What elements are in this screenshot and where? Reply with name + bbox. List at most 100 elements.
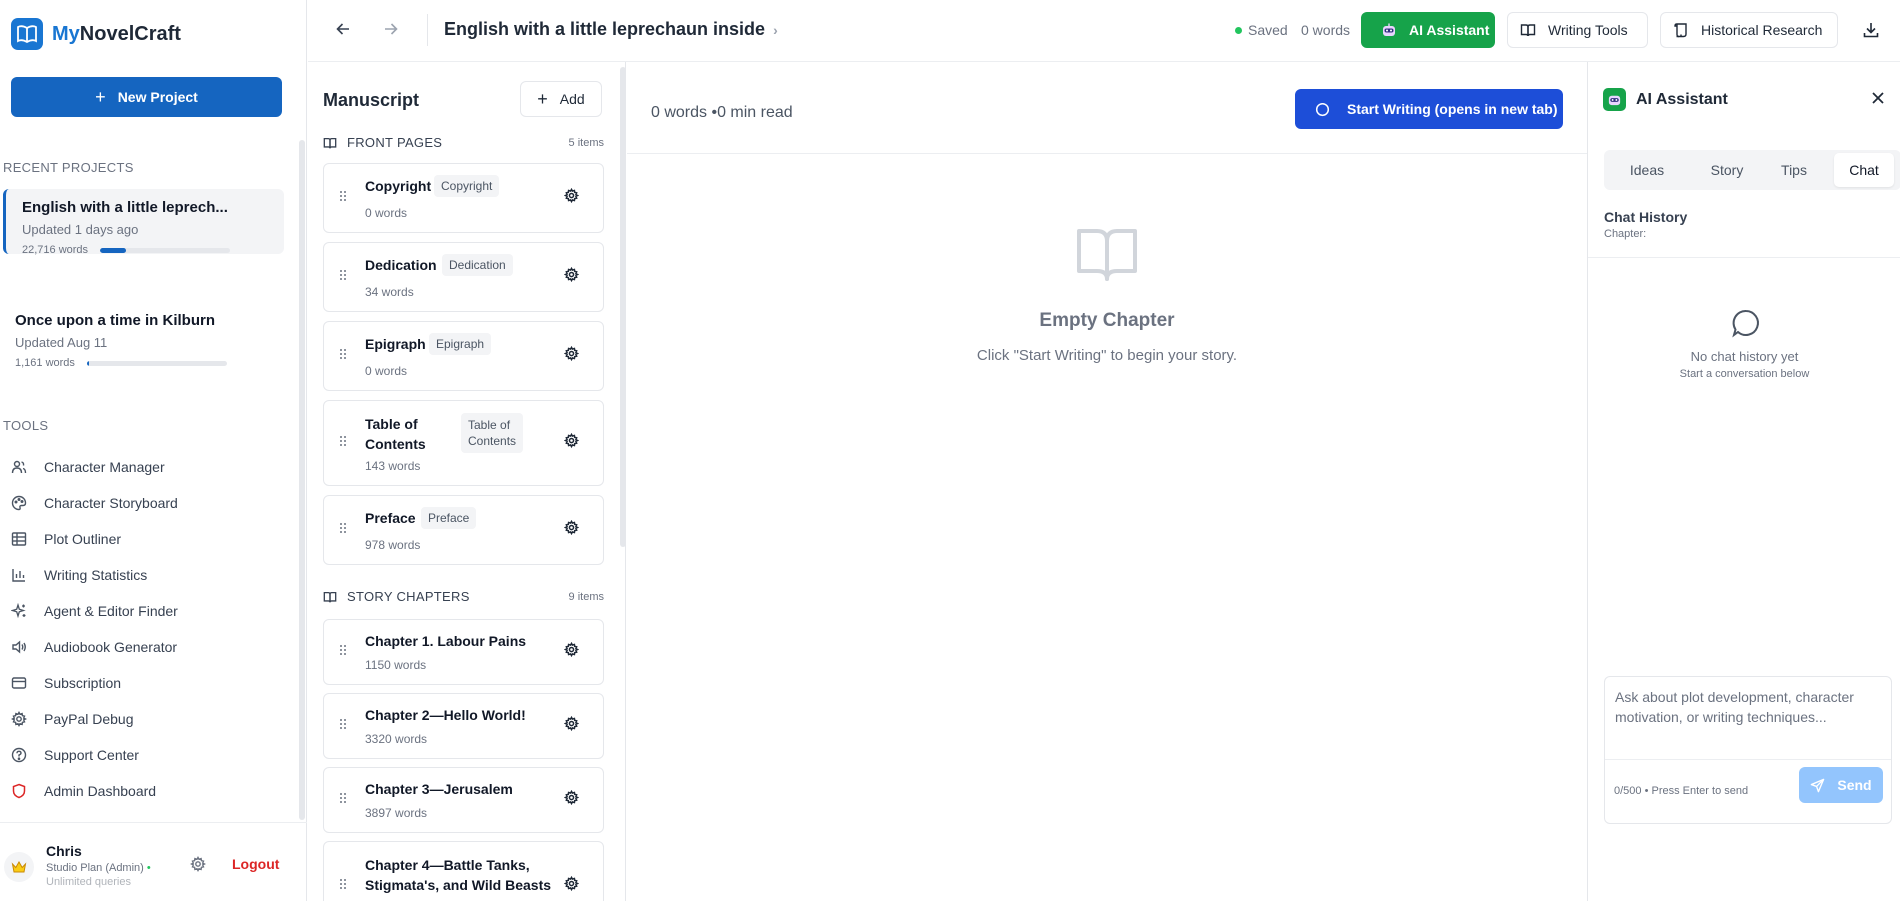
gear-icon[interactable] [563, 519, 580, 540]
user-profile: Chris Studio Plan (Admin) • Unlimited qu… [4, 840, 304, 896]
chat-input[interactable] [1605, 677, 1891, 755]
recent-project-item[interactable]: Once upon a time in Kilburn Updated Aug … [3, 302, 284, 369]
manuscript-title: Manuscript [323, 90, 420, 110]
drag-handle-icon[interactable] [339, 434, 347, 452]
sidebar-divider [0, 822, 307, 823]
back-arrow-icon[interactable] [333, 19, 353, 39]
status-dot [1235, 26, 1242, 34]
ai-tabs: Ideas Story Tips Chat [1604, 150, 1900, 190]
card-title: Chapter 1. Labour Pains [365, 633, 527, 649]
tool-agent-editor-finder[interactable]: Agent & Editor Finder [11, 603, 178, 619]
user-settings-gear-icon[interactable] [189, 856, 207, 877]
tool-subscription[interactable]: Subscription [11, 675, 121, 691]
drag-handle-icon[interactable] [339, 791, 347, 809]
send-button[interactable]: Send [1799, 767, 1883, 803]
gear-icon[interactable] [563, 641, 580, 662]
drag-handle-icon[interactable] [339, 268, 347, 286]
gear-icon[interactable] [563, 345, 580, 366]
drag-handle-icon[interactable] [339, 347, 347, 365]
close-icon[interactable] [1871, 91, 1885, 110]
app-root: MyNovelCraft + New Project RECENT PROJEC… [0, 0, 1900, 901]
new-project-label: New Project [117, 89, 198, 105]
writing-tools-button[interactable]: Writing Tools [1507, 12, 1648, 48]
recent-projects-heading: RECENT PROJECTS [3, 160, 134, 175]
drag-handle-icon[interactable] [339, 643, 347, 661]
start-writing-button[interactable]: Start Writing (opens in new tab) [1295, 89, 1563, 129]
front-page-card[interactable]: Epigraph Epigraph 0 words [323, 321, 604, 391]
chapter-card[interactable]: Chapter 1. Labour Pains 1150 words [323, 619, 604, 685]
book-open-icon [1075, 225, 1139, 288]
logout-button[interactable]: Logout [232, 856, 279, 872]
story-chapters-group-header[interactable]: STORY CHAPTERS 9 items [323, 589, 604, 604]
drag-handle-icon[interactable] [339, 189, 347, 207]
front-page-card[interactable]: Dedication Dedication 34 words [323, 242, 604, 312]
card-word-count: 3897 words [365, 806, 428, 820]
gear-icon[interactable] [563, 875, 580, 896]
sidebar-scrollbar[interactable] [299, 140, 305, 820]
document-title[interactable]: English with a little leprechaun inside … [444, 19, 778, 40]
user-name: Chris [46, 843, 82, 859]
new-project-button[interactable]: + New Project [11, 77, 282, 117]
book-open-icon [323, 137, 337, 148]
card-title: Copyright [365, 178, 432, 194]
char-count: 0/500 • Press Enter to send [1614, 785, 1749, 797]
manuscript-scrollbar[interactable] [620, 67, 626, 547]
send-label: Send [1837, 777, 1872, 793]
table-icon [11, 532, 27, 546]
tab-chat[interactable]: Chat [1834, 153, 1894, 187]
tool-plot-outliner[interactable]: Plot Outliner [11, 531, 121, 547]
card-tag: Table of Contents [461, 413, 524, 453]
tab-story[interactable]: Story [1695, 153, 1759, 187]
tool-character-manager[interactable]: Character Manager [11, 459, 165, 475]
group-label: FRONT PAGES [347, 135, 443, 150]
chapter-card[interactable]: Chapter 3—Jerusalem 3897 words [323, 767, 604, 833]
tool-admin-dashboard[interactable]: Admin Dashboard [11, 783, 156, 799]
historical-research-button[interactable]: Historical Research [1660, 12, 1838, 48]
card-title: Preface [365, 510, 416, 526]
user-queries: Unlimited queries [46, 876, 131, 888]
gear-icon[interactable] [563, 266, 580, 287]
saved-label: Saved [1248, 22, 1288, 38]
gear-icon[interactable] [563, 715, 580, 736]
ai-assistant-button[interactable]: AI Assistant [1361, 12, 1495, 48]
download-icon[interactable] [1862, 21, 1880, 44]
empty-chat-title: No chat history yet [1690, 349, 1799, 364]
gear-icon[interactable] [563, 789, 580, 810]
tool-label: Audiobook Generator [44, 639, 178, 655]
front-page-card[interactable]: Preface Preface 978 words [323, 495, 604, 565]
crown-icon [11, 861, 27, 873]
tool-character-storyboard[interactable]: Character Storyboard [11, 495, 178, 511]
drag-handle-icon[interactable] [339, 877, 347, 895]
front-pages-group-header[interactable]: FRONT PAGES 5 items [323, 135, 604, 150]
help-circle-icon [11, 747, 27, 763]
front-page-card[interactable]: Table of Contents Table of Contents 143 wo… [323, 400, 604, 486]
tab-tips[interactable]: Tips [1767, 153, 1821, 187]
tool-support-center[interactable]: Support Center [11, 747, 139, 763]
forward-arrow-icon[interactable] [381, 19, 401, 39]
recent-project-item[interactable]: English with a little leprech... Updated… [3, 189, 284, 256]
chapter-card[interactable]: Chapter 2—Hello World! 3320 words [323, 693, 604, 759]
drag-handle-icon[interactable] [339, 717, 347, 735]
chapter-card[interactable]: Chapter 4—Battle Tanks, Stigmata's, and W… [323, 841, 604, 901]
group-label: STORY CHAPTERS [347, 589, 470, 604]
drag-handle-icon[interactable] [339, 521, 347, 539]
tool-label: Character Storyboard [44, 495, 178, 511]
project-progress-bar [86, 360, 227, 366]
add-button[interactable]: + Add [520, 81, 602, 117]
tab-ideas[interactable]: Ideas [1615, 153, 1679, 187]
user-plan: Studio Plan (Admin) • [46, 862, 151, 874]
gear-icon[interactable] [563, 432, 580, 453]
top-bar: English with a little leprechaun inside … [308, 0, 1900, 62]
editor-area: 0 words •0 min read Start Writing (opens… [627, 62, 1587, 901]
tool-audiobook-generator[interactable]: Audiobook Generator [11, 639, 177, 655]
tool-paypal-debug[interactable]: PayPal Debug [11, 711, 134, 727]
tool-writing-statistics[interactable]: Writing Statistics [11, 567, 147, 583]
avatar[interactable] [4, 852, 34, 882]
start-writing-label: Start Writing (opens in new tab) [1347, 101, 1558, 117]
brand-logo[interactable]: MyNovelCraft [11, 18, 181, 50]
tool-label: Admin Dashboard [44, 783, 157, 799]
front-page-card[interactable]: Copyright Copyright 0 words [323, 163, 604, 233]
tool-label: Agent & Editor Finder [44, 603, 178, 619]
gear-icon[interactable] [563, 187, 580, 208]
scroll-icon [1674, 23, 1687, 38]
